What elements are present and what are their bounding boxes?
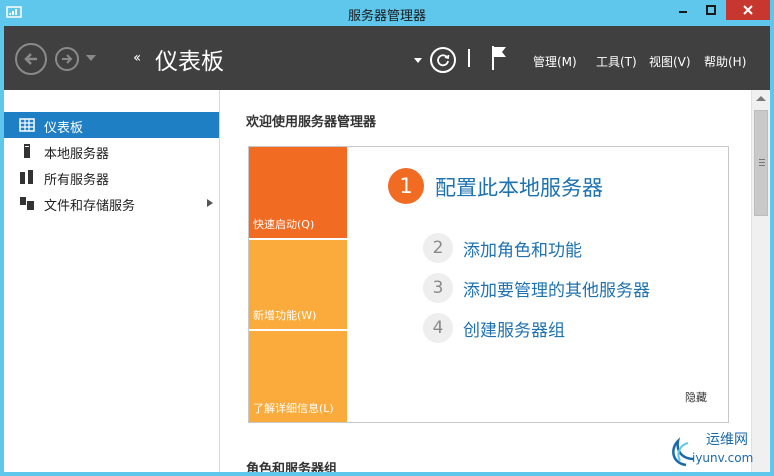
sidebar: 仪表板 本地服务器 所有服务器 文件和存储服务 xyxy=(4,90,220,472)
sidebar-item-dashboard[interactable]: 仪表板 xyxy=(4,112,219,138)
notification-dropdown-icon[interactable] xyxy=(414,58,422,63)
maximize-icon xyxy=(706,5,716,15)
file-storage-icon xyxy=(20,197,34,210)
header-bar: ‹‹ 仪表板 管理(M) 工具(T) 视图(V) 帮助(H) xyxy=(4,26,770,90)
tile-whats-new[interactable]: 新增功能(W) xyxy=(249,240,347,329)
maximize-button[interactable] xyxy=(698,0,724,20)
step-3-link[interactable]: 添加要管理的其他服务器 xyxy=(463,276,650,301)
sidebar-item-local-server[interactable]: 本地服务器 xyxy=(4,138,219,164)
all-servers-icon xyxy=(20,170,33,184)
back-arrow-icon xyxy=(24,53,37,65)
sidebar-item-file-storage[interactable]: 文件和存储服务 xyxy=(4,190,219,216)
sidebar-item-label: 仪表板 xyxy=(44,121,84,136)
menu-view[interactable]: 视图(V) xyxy=(649,53,691,70)
expand-arrow-icon[interactable] xyxy=(207,199,213,207)
dashboard-icon xyxy=(19,118,35,132)
refresh-icon xyxy=(437,54,450,67)
section-title-roles: 角色和服务器组 xyxy=(246,462,338,472)
grip-icon xyxy=(759,159,765,166)
step-2-number: 2 xyxy=(423,233,453,263)
tile-label: 新增功能(W) xyxy=(253,309,317,322)
menu-help[interactable]: 帮助(H) xyxy=(704,53,746,70)
step-1-number: 1 xyxy=(388,168,424,204)
step-4-number: 4 xyxy=(423,313,453,343)
watermark: 运维网 iyunv.com xyxy=(664,427,770,472)
step-2-link[interactable]: 添加角色和功能 xyxy=(463,236,582,261)
history-dropdown-icon[interactable] xyxy=(86,55,96,61)
scroll-up-icon[interactable] xyxy=(756,96,766,101)
tile-label: 了解详细信息(L) xyxy=(253,402,334,415)
minimize-button[interactable] xyxy=(670,0,696,20)
back-button[interactable] xyxy=(15,43,47,75)
tile-learn-more[interactable]: 了解详细信息(L) xyxy=(249,331,347,422)
forward-arrow-icon xyxy=(62,54,73,64)
step-1-link[interactable]: 配置此本地服务器 xyxy=(435,172,603,202)
flag-icon[interactable] xyxy=(489,45,509,71)
sidebar-item-label: 所有服务器 xyxy=(44,173,110,188)
minimize-icon xyxy=(679,11,687,13)
vertical-scrollbar[interactable] xyxy=(751,90,770,472)
welcome-title: 欢迎使用服务器管理器 xyxy=(246,115,377,130)
step-3-number: 3 xyxy=(423,273,453,303)
sidebar-item-label: 文件和存储服务 xyxy=(44,199,136,214)
sidebar-item-all-servers[interactable]: 所有服务器 xyxy=(4,164,219,190)
sidebar-item-label: 本地服务器 xyxy=(44,147,110,162)
refresh-button[interactable] xyxy=(430,47,456,73)
title-bar: 服务器管理器 xyxy=(0,0,774,26)
main-panel: 欢迎使用服务器管理器 快速启动(Q) 新增功能(W) 了解详细信息(L) 1 配… xyxy=(221,90,751,472)
header-separator xyxy=(468,49,470,67)
tile-label: 快速启动(Q) xyxy=(253,218,315,231)
close-button[interactable] xyxy=(726,0,770,20)
window-title: 服务器管理器 xyxy=(347,9,426,24)
menu-manage[interactable]: 管理(M) xyxy=(533,53,577,70)
content-area: 仪表板 本地服务器 所有服务器 文件和存储服务 欢迎使用服务器管理器 快速启动(… xyxy=(4,90,770,472)
hide-link[interactable]: 隐藏 xyxy=(685,389,707,405)
tile-quick-start[interactable]: 快速启动(Q) xyxy=(249,147,347,238)
breadcrumb-arrows[interactable]: ‹‹ xyxy=(133,50,141,66)
watermark-url: iyunv.com xyxy=(692,451,754,465)
scroll-thumb[interactable] xyxy=(754,110,768,216)
menu-tools[interactable]: 工具(T) xyxy=(596,53,637,70)
close-icon xyxy=(743,5,753,15)
step-4-link[interactable]: 创建服务器组 xyxy=(463,316,565,341)
quick-start-card: 快速启动(Q) 新增功能(W) 了解详细信息(L) 1 配置此本地服务器 2 添… xyxy=(248,146,729,423)
watermark-text: 运维网 xyxy=(706,432,748,448)
local-server-icon xyxy=(24,144,30,158)
page-title: 仪表板 xyxy=(155,49,224,75)
forward-button[interactable] xyxy=(55,47,79,71)
